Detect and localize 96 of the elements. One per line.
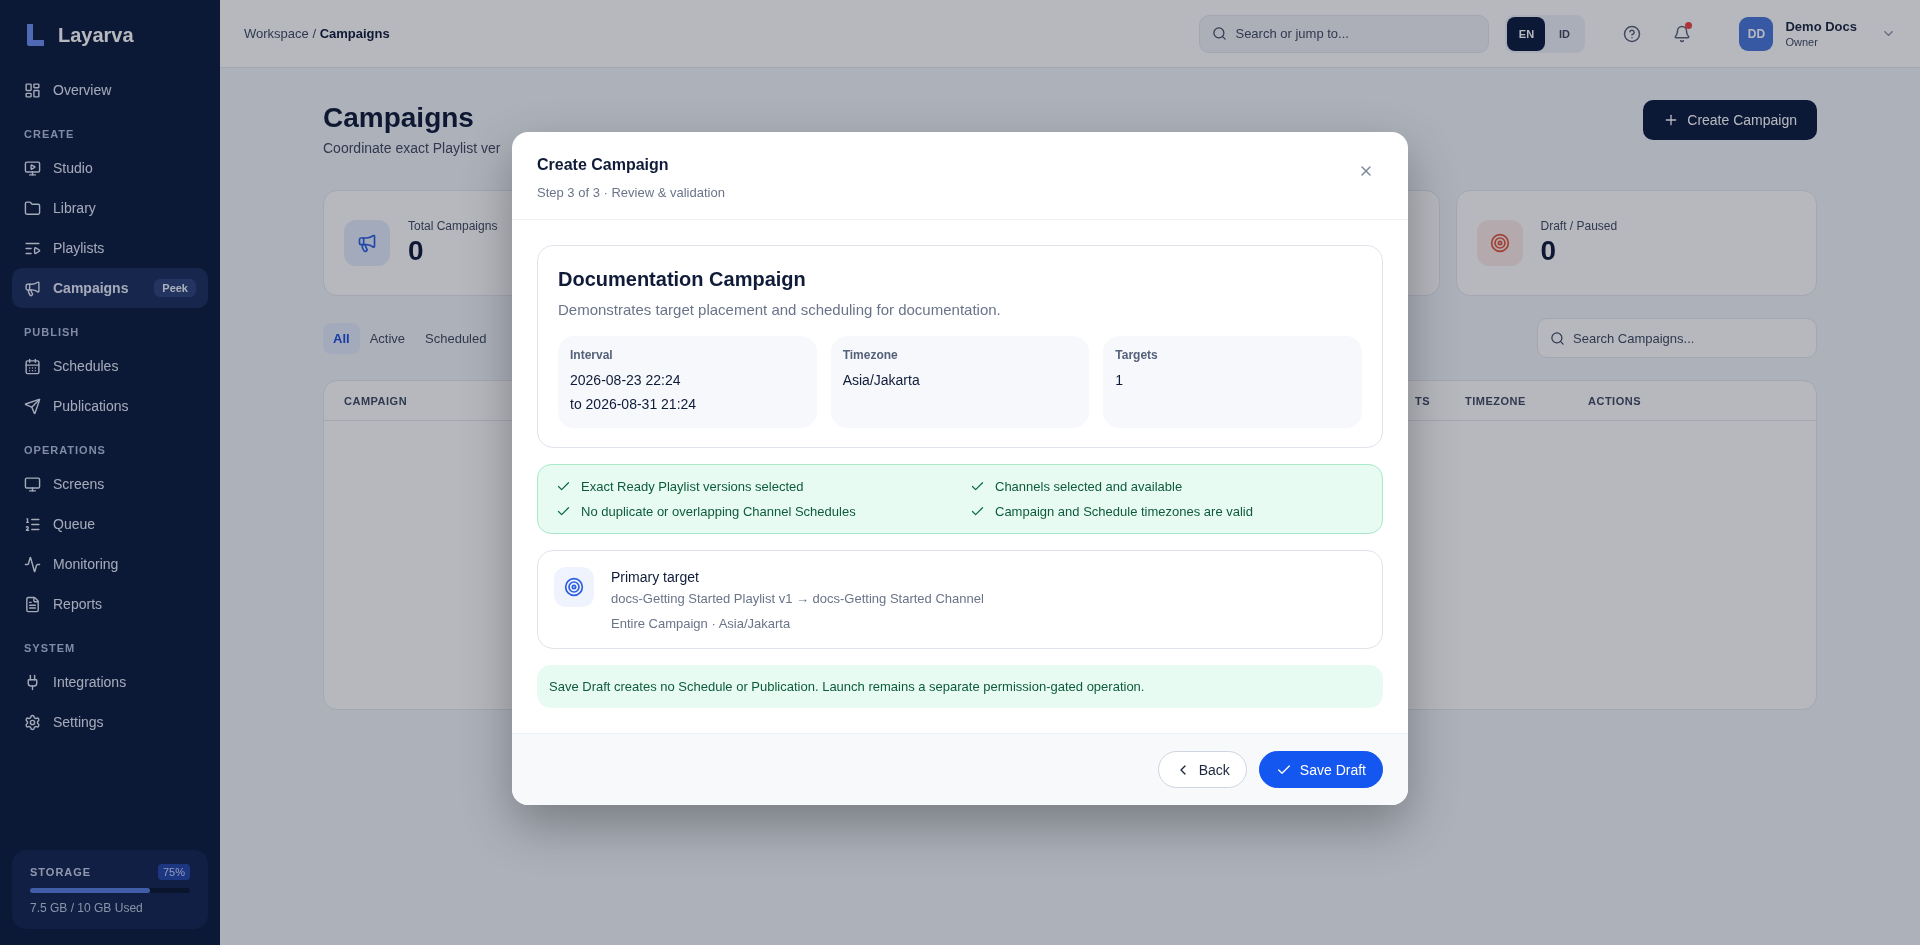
section-title: PUBLISH (23, 325, 81, 340)
target-title: Primary target (611, 569, 700, 585)
page-subtitle: Coordinate exact Playlist ver (323, 140, 501, 156)
nav-label: Monitoring (53, 556, 120, 572)
nav-icon (24, 279, 41, 297)
dialog-title: Create Campaign (537, 156, 669, 174)
nav-item[interactable]: Monitoring (12, 544, 208, 584)
target-route: docs-Getting Started Playlist v1 → docs-Getting Started Channel (611, 591, 984, 606)
filter-tab[interactable]: All (323, 322, 360, 354)
nav-label: Integrations (53, 674, 128, 690)
stat-value: 0 (1540, 235, 1558, 267)
nav-item[interactable]: Library (12, 188, 208, 228)
bell-icon[interactable] (1673, 24, 1692, 43)
user-role: Owner (1785, 36, 1819, 48)
language-option[interactable]: ID (1545, 16, 1584, 51)
target-icon (1489, 233, 1510, 253)
nav-icon (24, 397, 41, 415)
nav-icon (24, 475, 41, 493)
nav-label: Studio (53, 160, 94, 176)
search-icon (1212, 26, 1228, 41)
help-icon[interactable] (1623, 24, 1642, 43)
dialog-subtitle: Step 3 of 3 · Review & validation (537, 185, 726, 200)
search-icon (1550, 330, 1565, 346)
megaphone-icon (357, 233, 377, 253)
nav-item[interactable]: Queue (12, 504, 208, 544)
search-field[interactable]: Search or jump to... (1199, 14, 1490, 53)
column-header: ACTIONS (1588, 394, 1641, 407)
nav-icon (24, 515, 41, 533)
nav-icon (24, 357, 41, 375)
nav-label: Screens (53, 476, 106, 492)
field-value: 1 (1115, 371, 1125, 390)
field-label: Timezone (842, 348, 899, 362)
stat-label: Total Campaigns (408, 219, 498, 233)
storage-title: STORAGE (30, 866, 92, 878)
create-campaign-button[interactable]: Create Campaign (1643, 100, 1817, 140)
filter-tab[interactable]: Active (359, 322, 416, 354)
check-label: Channels selected and available (995, 479, 1183, 494)
breadcrumb: Workspace / Campaigns (244, 26, 390, 41)
nav-label: Schedules (53, 358, 120, 374)
brand-name: Layarva (58, 23, 134, 47)
nav-icon (24, 199, 41, 217)
column-header: TS (1415, 394, 1431, 407)
field-value: Asia/Jakarta (842, 371, 921, 390)
nav-icon (24, 555, 41, 573)
filter-tab[interactable]: Scheduled (415, 322, 497, 354)
nav-label: Settings (53, 714, 105, 730)
user-name: Demo Docs (1785, 19, 1857, 34)
nav-item[interactable]: Overview (12, 70, 208, 110)
nav-label: Library (53, 200, 97, 216)
field-label: Interval (570, 348, 614, 362)
nav-item[interactable]: Screens (12, 464, 208, 504)
nav-label: Queue (53, 516, 97, 532)
nav-item[interactable]: Integrations (12, 662, 208, 702)
nav-badge: Peek (154, 279, 196, 297)
check-label: Exact Ready Playlist versions selected (581, 479, 804, 494)
nav-item[interactable]: Reports (12, 584, 208, 624)
nav-item[interactable]: Schedules (12, 346, 208, 386)
logo-icon (24, 22, 46, 48)
check-label: Campaign and Schedule timezones are valid (995, 504, 1253, 519)
section-title: OPERATIONS (23, 443, 107, 458)
stat-value: 0 (408, 235, 425, 267)
storage-percent: 75% (157, 864, 190, 880)
nav-item[interactable]: Publications (12, 386, 208, 426)
nav-label: Publications (53, 398, 130, 414)
target-icon (554, 567, 594, 607)
nav-item[interactable]: Playlists (12, 228, 208, 268)
back-button[interactable]: Back (1157, 751, 1247, 788)
section-title: CREATE (23, 127, 76, 142)
nav-item[interactable]: Studio (12, 148, 208, 188)
nav-label: Reports (53, 596, 104, 612)
check-label: No duplicate or overlapping Channel Schedules (581, 504, 856, 519)
notice: Save Draft creates no Schedule or Publication. Launch remains a separate permission-gated operation. (537, 665, 1383, 708)
column-header: CAMPAIGN (344, 394, 408, 407)
language-option[interactable]: EN (1507, 16, 1546, 51)
save-draft-button[interactable]: Save Draft (1258, 751, 1383, 788)
campaign-name: Documentation Campaign (558, 268, 807, 291)
field-label: Targets (1115, 348, 1159, 362)
nav-item[interactable]: Campaigns Peek (12, 268, 208, 308)
nav-icon (24, 81, 41, 99)
column-header: TIMEZONE (1465, 394, 1526, 407)
nav-icon (24, 713, 41, 731)
field-value: 2026-08-23 22:24 (570, 371, 682, 390)
section-title: SYSTEM (23, 641, 77, 656)
nav-label: Playlists (53, 240, 106, 256)
nav-label: Overview (53, 82, 113, 98)
nav-label: Campaigns (53, 280, 130, 296)
nav-icon (24, 159, 41, 177)
target-details: Entire Campaign · Asia/Jakarta (611, 616, 792, 631)
field-value: to 2026-08-31 21:24 (570, 395, 698, 414)
page-title: Campaigns (323, 102, 475, 134)
nav-icon (24, 595, 41, 613)
nav-item[interactable]: Settings (12, 702, 208, 742)
campaign-search-field[interactable]: Search Campaigns... (1537, 318, 1817, 358)
campaign-description: Demonstrates target placement and scheduling for documentation. (558, 301, 1002, 318)
storage-usage: 7.5 GB / 10 GB Used (30, 901, 144, 915)
stat-label: Draft / Paused (1540, 219, 1618, 233)
